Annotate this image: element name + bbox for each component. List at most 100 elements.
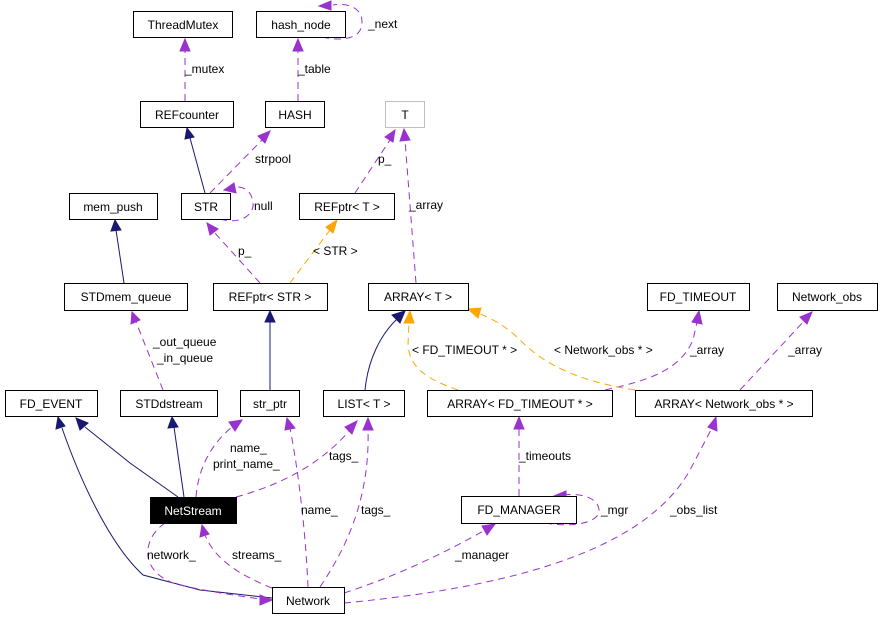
arrowhead — [391, 310, 406, 324]
arrowhead — [344, 419, 358, 435]
arrowhead — [228, 419, 244, 432]
node-label: STR — [194, 200, 218, 214]
arrowhead — [362, 416, 374, 431]
node-array-fd-timeout[interactable]: ARRAY< FD_TIMEOUT * > — [427, 390, 613, 417]
node-stddstream[interactable]: STDdstream — [120, 390, 218, 417]
edge-label-strpool: strpool — [255, 152, 291, 166]
arrowhead — [199, 523, 210, 538]
node-list-t[interactable]: LIST< T > — [323, 390, 405, 417]
arrowhead — [167, 415, 179, 429]
node-fd-manager[interactable]: FD_MANAGER — [461, 496, 577, 524]
arrowhead — [403, 309, 415, 324]
node-label: REFcounter — [155, 108, 219, 122]
edge-label-p-str: p_ — [238, 244, 252, 258]
node-refptr-t[interactable]: REFptr< T > — [299, 193, 395, 220]
node-label: FD_MANAGER — [477, 503, 561, 517]
edge-label-array-obs: _array — [787, 343, 822, 357]
arrowhead — [707, 415, 718, 432]
node-label: mem_push — [83, 200, 142, 214]
arrowhead — [55, 415, 66, 430]
arrowhead — [284, 416, 296, 431]
node-label: FD_TIMEOUT — [660, 290, 737, 304]
arrowhead — [184, 126, 195, 140]
node-fd-timeout[interactable]: FD_TIMEOUT — [647, 283, 750, 311]
node-fd-event[interactable]: FD_EVENT — [5, 390, 98, 417]
node-array-network-obs[interactable]: ARRAY< Network_obs * > — [635, 390, 813, 417]
node-mem-push[interactable]: mem_push — [69, 193, 158, 220]
node-str-ptr[interactable]: str_ptr — [240, 390, 300, 417]
arrowhead — [466, 307, 482, 319]
arrowhead — [179, 37, 191, 52]
edge-stdmem_queue-mem_push — [115, 229, 125, 284]
node-hash-node[interactable]: hash_node — [256, 11, 346, 38]
node-label: ARRAY< Network_obs * > — [654, 397, 793, 411]
arrowhead — [399, 127, 411, 142]
node-t: T — [385, 101, 425, 128]
node-label: HASH — [278, 108, 311, 122]
node-hash[interactable]: HASH — [265, 101, 325, 128]
edge-label-obs-list: _obs_list — [669, 503, 718, 517]
node-label: REFptr< T > — [314, 200, 380, 214]
arrowhead — [513, 415, 525, 430]
edge-label-timeouts: _timeouts — [518, 449, 571, 463]
node-label: FD_EVENT — [20, 397, 83, 411]
node-network-obs[interactable]: Network_obs — [777, 283, 878, 311]
arrowhead — [384, 128, 396, 143]
arrowhead — [481, 523, 497, 536]
arrowhead — [264, 309, 276, 323]
node-refptr-str[interactable]: REFptr< STR > — [213, 283, 328, 311]
edge-label-out-queue: _out_queue — [152, 335, 217, 349]
node-network[interactable]: Network — [272, 587, 345, 614]
edge-label-name: name_ — [230, 441, 267, 455]
edge-label-tags: tags_ — [329, 449, 359, 463]
node-label: ThreadMutex — [148, 18, 219, 32]
node-label: REFptr< STR > — [229, 290, 312, 304]
edge-str-refcounter — [189, 137, 206, 194]
edge-label-mgr: _mgr — [600, 503, 628, 517]
node-str[interactable]: STR — [181, 193, 231, 220]
edge-label-str-template: < STR > — [313, 244, 358, 258]
arrowhead — [292, 37, 304, 52]
edge-label-streams: streams_ — [232, 548, 282, 562]
node-stdmem-queue[interactable]: STDmem_queue — [64, 283, 188, 311]
node-array-t[interactable]: ARRAY< T > — [368, 283, 469, 311]
node-label: LIST< T > — [338, 397, 391, 411]
arrowhead — [222, 182, 237, 194]
node-label: NetStream — [164, 504, 221, 518]
edge-label-in-queue: _in_queue — [156, 351, 213, 365]
edge-label-name-network: name_ — [301, 503, 338, 517]
arrowhead — [130, 310, 141, 325]
edge-label-array-fd: _array — [689, 343, 724, 357]
node-label: ARRAY< FD_TIMEOUT * > — [447, 397, 593, 411]
node-netstream: NetStream — [150, 497, 237, 524]
edge-list-array_t — [364, 317, 399, 391]
node-label: str_ptr — [253, 397, 287, 411]
node-label: Network — [286, 594, 331, 608]
edge-label-fd-timeout-template: < FD_TIMEOUT * > — [412, 343, 517, 357]
node-label: hash_node — [271, 18, 331, 32]
edge-label-network: network_ — [147, 548, 196, 562]
edge-label-array: _array — [408, 198, 443, 212]
node-label: STDdstream — [135, 397, 202, 411]
node-refcounter[interactable]: REFcounter — [140, 101, 234, 128]
edge-label-print-name: print_name_ — [213, 457, 280, 471]
edge-label-network-obs-template: < Network_obs * > — [554, 343, 653, 357]
edge-refptr_t-t — [354, 139, 391, 194]
node-label: T — [401, 108, 409, 122]
edge-label-tags-network: tags_ — [361, 503, 391, 517]
edge-label-manager: _manager — [454, 548, 509, 562]
arrowhead — [259, 594, 274, 606]
edge-label-p-t: p_ — [378, 152, 392, 166]
arrowhead — [799, 311, 813, 325]
arrowhead — [110, 218, 122, 232]
collaboration-diagram: _mutex _next _table strpool null p_ p_ <… — [5, 0, 878, 614]
arrowhead — [317, 0, 332, 11]
edge-label-next: _next — [367, 17, 398, 31]
nodes: ThreadMutex hash_node REFcounter HASH T … — [5, 11, 878, 614]
arrowhead — [691, 309, 703, 325]
node-threadmutex[interactable]: ThreadMutex — [133, 11, 233, 38]
arrowhead — [206, 222, 219, 236]
edge-netstream-fd_event1 — [84, 426, 179, 498]
node-label: STDmem_queue — [81, 290, 172, 304]
edge-str-hash — [209, 139, 263, 194]
